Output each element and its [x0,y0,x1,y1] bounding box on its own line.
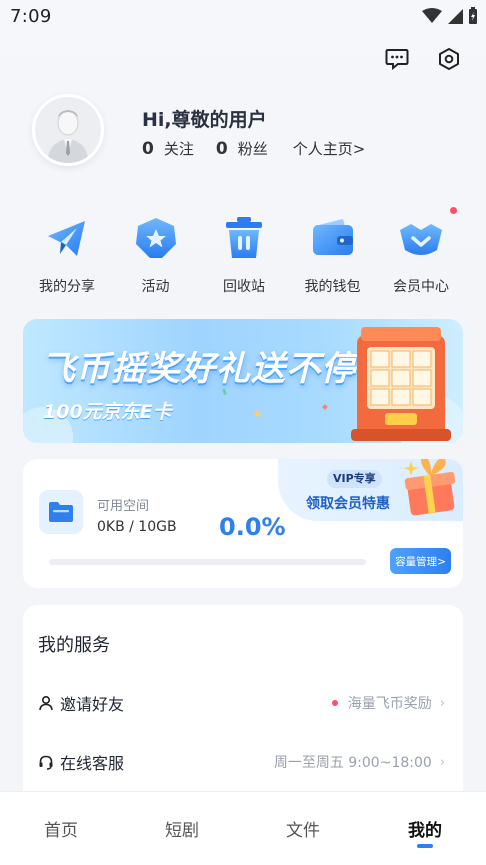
gift-box-icon [403,459,456,516]
service-label-invite: 邀请好友 [60,695,125,714]
message-button[interactable] [384,46,410,72]
storage-progress-bar [49,559,366,565]
quick-item-recycle[interactable]: 回收站 [201,212,287,296]
storage-percent: 0.0% [219,513,286,541]
quick-item-wallet[interactable]: 我的钱包 [290,212,376,296]
homepage-link[interactable]: 个人主页> [293,138,366,159]
service-row-support[interactable]: 在线客服 周一至周五 9:00~18:00 › [23,742,463,782]
available-space-label: 可用空间 [97,499,150,514]
active-tab-indicator [417,844,433,848]
storage-usage: 0KB / 10GB [97,519,177,535]
crown-icon [400,224,442,255]
services-title: 我的服务 [38,635,110,656]
quick-label-activity: 活动 [141,279,170,295]
trash-icon [226,217,262,258]
folder-icon [49,502,73,522]
star-badge-icon [135,218,176,258]
tab-shorts[interactable]: 短剧 [142,816,222,841]
headset-icon [39,755,53,770]
signal-icon [448,9,463,24]
promo-banner[interactable]: 飞币摇奖好礼送不停 100元京东E卡 [23,319,463,443]
quick-label-vip: 会员中心 [393,279,449,295]
message-icon [385,49,409,70]
banner-subtitle: 100元京东E卡 [43,401,172,423]
vip-badge: VIP专享 [327,470,382,488]
quick-item-vip[interactable]: 会员中心 [378,212,464,296]
banner-title: 飞币摇奖好礼送不停 [41,349,356,389]
user-stats: 0 关注 0 粉丝 个人主页> [142,138,365,159]
service-row-invite[interactable]: 邀请好友 海量飞币奖励 › [23,683,463,723]
followers-label[interactable]: 粉丝 [238,138,268,159]
service-detail-invite: 海量飞币奖励 [347,696,432,712]
battery-icon [469,7,477,24]
invite-dot [331,700,338,706]
top-actions [384,46,462,72]
user-greeting: Hi,尊敬的用户 [142,109,267,131]
gear-icon [439,48,459,70]
status-bar: 7:09 [0,0,486,34]
storage-card: VIP专享 领取会员特惠 可用空间 0KB / 10GB 0.0% 容量管理> [23,459,463,588]
tab-mine[interactable]: 我的 [385,816,465,841]
status-icons [422,7,478,25]
wifi-icon [422,8,442,23]
quick-label-share: 我的分享 [39,279,95,295]
service-detail-support: 周一至周五 9:00~18:00 [273,755,432,771]
my-services-card: 我的服务 邀请好友 海量飞币奖励 › 在线客服 周一至周五 9:00~18:00… [23,605,463,805]
chevron-right-icon: › [439,695,445,711]
vip-offer-text[interactable]: 领取会员特惠 [306,493,390,513]
following-count[interactable]: 0 [142,139,154,159]
storage-folder [39,490,83,534]
wallet-icon [312,219,353,255]
chevron-right-icon: › [439,754,445,770]
paper-plane-icon [48,221,85,256]
user-icon [39,695,53,711]
bottom-tab-bar: 首页 短剧 文件 我的 [0,791,486,865]
slot-machine-icon [351,327,451,441]
service-label-support: 在线客服 [60,754,125,773]
quick-menu: 我的分享 活动 回收站 我的钱包 会员中心 [24,212,464,296]
settings-button[interactable] [436,46,462,72]
tab-files[interactable]: 文件 [263,816,343,841]
following-label[interactable]: 关注 [164,138,194,159]
followers-count[interactable]: 0 [216,139,228,159]
capacity-manage-button[interactable]: 容量管理> [390,548,451,574]
tab-home[interactable]: 首页 [21,816,101,841]
avatar[interactable] [32,94,104,166]
quick-item-share[interactable]: 我的分享 [24,212,110,296]
status-time: 7:09 [10,6,52,27]
default-avatar-icon [35,97,101,163]
quick-label-recycle: 回收站 [223,279,265,295]
quick-item-activity[interactable]: 活动 [113,212,199,296]
quick-label-wallet: 我的钱包 [304,279,361,295]
